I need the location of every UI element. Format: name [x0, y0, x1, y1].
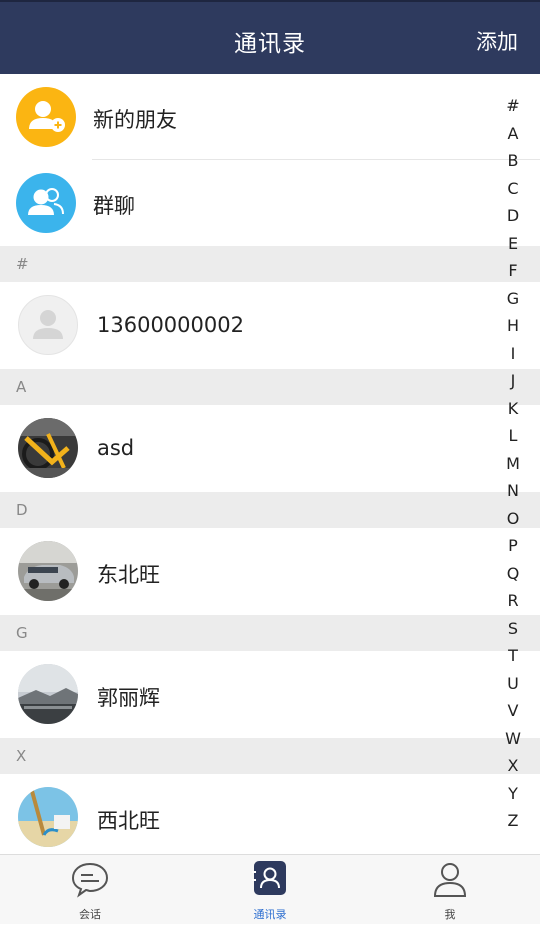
new-friends-label: 新的朋友: [93, 108, 177, 132]
contact-row[interactable]: 13600000002: [0, 282, 540, 369]
bicycle-photo: [18, 418, 78, 478]
group-chat-item[interactable]: 群聊: [0, 160, 540, 246]
index-letter[interactable]: T: [500, 642, 526, 670]
index-letter[interactable]: I: [500, 340, 526, 368]
index-letter[interactable]: A: [500, 120, 526, 148]
tab-label: 会话: [79, 908, 101, 921]
index-letter[interactable]: M: [500, 450, 526, 478]
header-bar: 通讯录 添加: [0, 0, 540, 74]
index-letter[interactable]: H: [500, 312, 526, 340]
index-letter[interactable]: Q: [500, 560, 526, 588]
index-letter[interactable]: F: [500, 257, 526, 285]
contact-name: 西北旺: [97, 809, 160, 833]
section-header-a: A: [0, 369, 540, 405]
index-letter[interactable]: N: [500, 477, 526, 505]
group-chat-label: 群聊: [93, 194, 135, 218]
index-letter[interactable]: P: [500, 532, 526, 560]
contact-row[interactable]: asd: [0, 405, 540, 492]
index-letter[interactable]: K: [500, 395, 526, 423]
alphabet-index[interactable]: # A B C D E F G H I J K L M N O P Q R S T U V W X Y Z: [500, 92, 526, 835]
index-letter[interactable]: C: [500, 175, 526, 203]
section-header-g: G: [0, 615, 540, 651]
index-letter[interactable]: D: [500, 202, 526, 230]
car-photo: [18, 541, 78, 601]
tab-label: 我: [444, 908, 456, 921]
contact-name: asd: [97, 436, 135, 460]
index-letter[interactable]: S: [500, 615, 526, 643]
tab-conversations[interactable]: 会话: [0, 855, 180, 925]
tab-contacts[interactable]: 通讯录: [180, 855, 360, 925]
contact-row[interactable]: 东北旺: [0, 528, 540, 615]
contact-name: 东北旺: [97, 563, 160, 587]
index-letter[interactable]: Z: [500, 807, 526, 835]
profile-icon: [430, 859, 470, 899]
section-header-x: X: [0, 738, 540, 774]
index-letter[interactable]: G: [500, 285, 526, 313]
contact-row[interactable]: 西北旺: [0, 774, 540, 861]
index-letter[interactable]: Y: [500, 780, 526, 808]
index-letter[interactable]: #: [500, 92, 526, 120]
chat-bubble-icon: [70, 859, 110, 899]
index-letter[interactable]: J: [500, 367, 526, 395]
tab-me[interactable]: 我: [360, 855, 540, 925]
group-chat-icon: [16, 173, 76, 233]
index-letter[interactable]: U: [500, 670, 526, 698]
landscape-photo: [18, 664, 78, 724]
index-letter[interactable]: V: [500, 697, 526, 725]
contact-row[interactable]: 郭丽辉: [0, 651, 540, 738]
beach-photo: [18, 787, 78, 847]
index-letter[interactable]: R: [500, 587, 526, 615]
index-letter[interactable]: X: [500, 752, 526, 780]
tab-label: 通讯录: [253, 908, 287, 921]
contact-name: 郭丽辉: [97, 686, 160, 710]
contact-name: 13600000002: [97, 313, 244, 337]
contact-list[interactable]: 新的朋友 群聊 # 13600000002 A asd D 东北旺 G 郭丽辉 …: [0, 74, 540, 861]
add-button[interactable]: 添加: [476, 26, 518, 56]
new-friend-icon: [16, 87, 76, 147]
section-header-hash: #: [0, 246, 540, 282]
index-letter[interactable]: W: [500, 725, 526, 753]
index-letter[interactable]: E: [500, 230, 526, 258]
page-title: 通讯录: [234, 31, 306, 57]
index-letter[interactable]: B: [500, 147, 526, 175]
bottom-tab-bar: 会话 通讯录 我: [0, 854, 540, 924]
section-header-d: D: [0, 492, 540, 528]
new-friends-item[interactable]: 新的朋友: [0, 74, 540, 160]
index-letter[interactable]: O: [500, 505, 526, 533]
index-letter[interactable]: L: [500, 422, 526, 450]
default-avatar: [18, 295, 78, 355]
contacts-icon: [250, 859, 290, 899]
